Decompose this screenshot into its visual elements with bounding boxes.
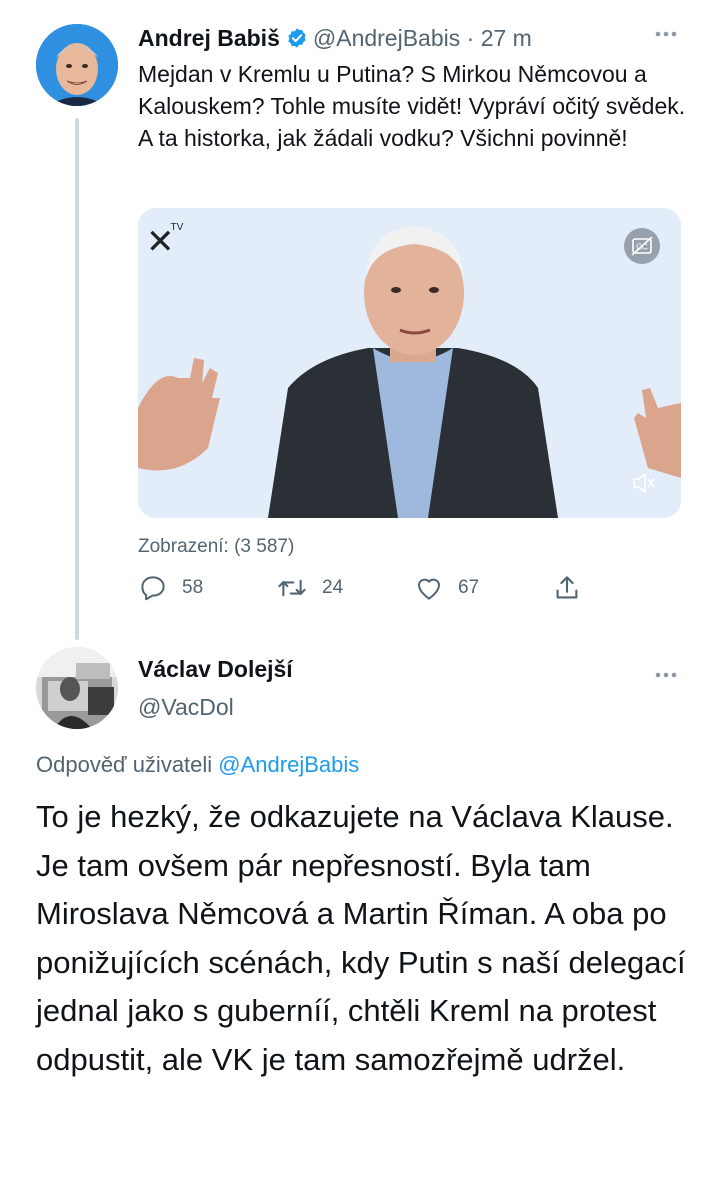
tweet-1-text: Mejdan v Kremlu u Putina? S Mirkou Němco… — [138, 61, 686, 151]
like-button[interactable]: 67 — [414, 570, 479, 606]
retweet-button[interactable]: 24 — [276, 570, 343, 606]
share-icon — [552, 573, 582, 603]
share-button[interactable] — [552, 570, 582, 606]
like-count: 67 — [458, 577, 480, 598]
like-icon — [414, 573, 444, 603]
closed-captions-icon[interactable]: CC — [624, 228, 660, 264]
time-separator: · — [460, 24, 481, 51]
tweet-1-header: Andrej Babiš @AndrejBabis · 27 m — [138, 22, 532, 54]
more-horizontal-icon[interactable] — [652, 661, 680, 695]
reply-icon — [138, 573, 168, 603]
author-name[interactable]: Andrej Babiš — [138, 25, 280, 52]
author-handle[interactable]: @AndrejBabis — [313, 25, 460, 52]
retweet-icon — [276, 573, 308, 603]
mute-icon[interactable] — [626, 466, 660, 500]
reply-button[interactable]: 58 — [138, 570, 203, 606]
channel-logo: ✕TV — [146, 222, 184, 261]
thread-connector — [75, 118, 79, 640]
more-horizontal-icon[interactable] — [652, 20, 680, 54]
author-handle-2[interactable]: @VacDol — [138, 694, 234, 721]
view-count: Zobrazení: (3 587) — [138, 536, 295, 557]
reply-count: 58 — [182, 577, 204, 598]
verified-badge-icon — [286, 27, 308, 49]
avatar-andrej-babis[interactable] — [36, 24, 118, 106]
reply-prefix: Odpověď uživateli — [36, 752, 219, 777]
reply-handle-link[interactable]: @AndrejBabis — [218, 752, 359, 777]
tweet-2-text: To je hezký, že odkazujete na Václava Kl… — [36, 799, 686, 1077]
retweet-count: 24 — [322, 577, 344, 598]
timestamp[interactable]: 27 m — [481, 25, 532, 52]
video-frame — [138, 208, 681, 518]
author-name-2[interactable]: Václav Dolejší — [138, 656, 293, 683]
reply-context: Odpověď uživateli @AndrejBabis — [36, 752, 359, 778]
tweet-1-video[interactable]: ✕TV CC — [138, 208, 681, 518]
avatar-vaclav-dolejsi[interactable] — [36, 647, 118, 729]
